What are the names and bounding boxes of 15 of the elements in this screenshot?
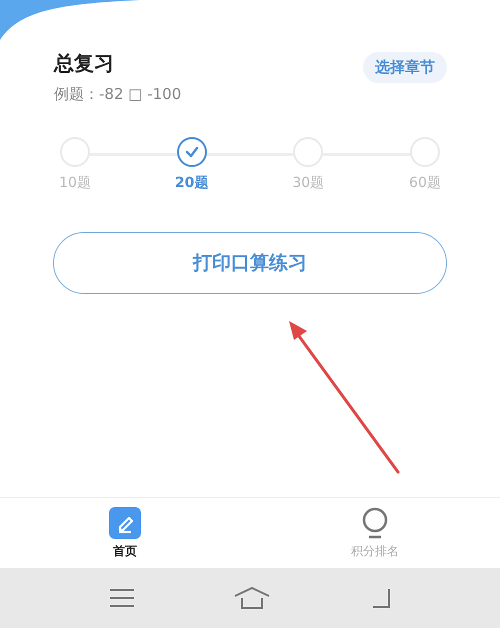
checked-step-circle[interactable] xyxy=(176,137,207,167)
tab-bar-item[interactable]: 积分排名 xyxy=(250,498,500,568)
step-label: 30题 xyxy=(292,174,324,192)
step-label: 20题 xyxy=(174,174,208,192)
step-label: 60题 xyxy=(409,174,441,192)
print-button[interactable]: 打印口算练习 xyxy=(53,232,447,294)
medal-icon xyxy=(361,506,389,538)
step-label: 10题 xyxy=(59,174,91,192)
example-text: 例题：-82 □ -100 xyxy=(54,85,182,104)
tab-bar-item[interactable]: 首页 xyxy=(0,498,250,568)
menu-icon[interactable] xyxy=(109,588,136,608)
chapter-button[interactable]: 选择章节 xyxy=(363,52,447,83)
home-icon[interactable] xyxy=(234,586,270,610)
pencil-icon xyxy=(109,506,141,538)
page-title: 总复习 xyxy=(54,50,115,77)
